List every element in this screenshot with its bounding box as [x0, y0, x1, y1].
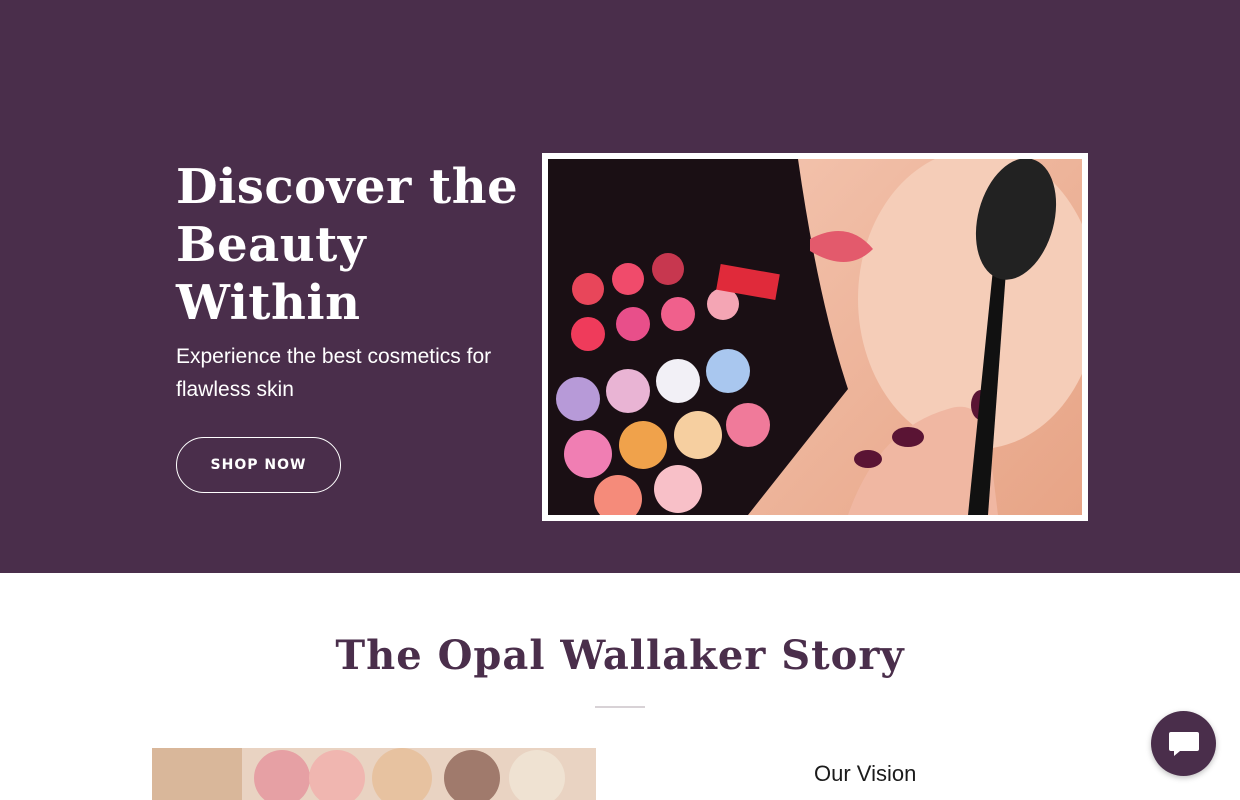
hero-section: Discover the Beauty Within Experience th…: [0, 0, 1240, 573]
chat-bubble-icon: [1168, 731, 1199, 756]
hero-subtitle: Experience the best cosmetics for flawle…: [176, 345, 492, 401]
our-vision-heading: Our Vision: [814, 761, 917, 786]
hero-title: Discover the Beauty Within: [176, 159, 519, 331]
story-title: The Opal Wallaker Story: [335, 632, 905, 679]
shop-now-button[interactable]: SHOP NOW: [176, 437, 341, 493]
hero-makeup-image: [548, 159, 1082, 515]
eyeshadow-palette-image: [152, 748, 596, 800]
chat-button[interactable]: [1151, 711, 1216, 776]
hero-image-frame: [542, 153, 1088, 521]
story-divider: [595, 706, 645, 708]
